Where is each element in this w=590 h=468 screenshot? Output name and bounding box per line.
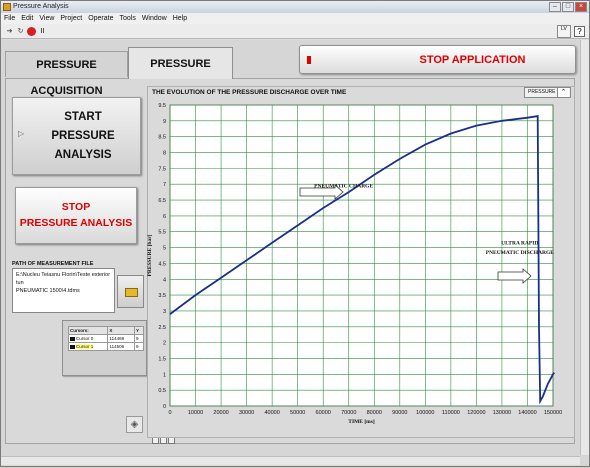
x-tick-label: 30000 <box>239 410 254 416</box>
y-tick-label: 8.5 <box>158 135 166 141</box>
chart-svg: 0 10000 20000 30000 40000 50000 60000 70000 8000… <box>147 103 562 425</box>
y-tick-label: 3.5 <box>158 293 166 299</box>
app-window: Pressure Analysis – □ × File Edit View P… <box>0 0 590 467</box>
x-tick-label: 130000 <box>493 410 511 416</box>
x-tick-label: 40000 <box>264 410 279 416</box>
y-tick-label: 7.5 <box>158 166 166 172</box>
x-tick-label: 120000 <box>467 410 485 416</box>
y-tick-label: 4.5 <box>158 261 166 267</box>
x-tick-label: 20000 <box>213 410 228 416</box>
y-tick-label: 5.5 <box>158 230 166 236</box>
x-tick-label: 80000 <box>367 410 382 416</box>
y-tick-label: 2.5 <box>158 325 166 331</box>
x-tick-label: 60000 <box>316 410 331 416</box>
y-tick-label: 5 <box>163 246 166 252</box>
y-tick-label: 3 <box>163 309 166 315</box>
x-tick-label: 90000 <box>392 410 407 416</box>
y-tick-label: 8 <box>163 151 166 157</box>
y-tick-label: 0 <box>163 404 166 410</box>
y-axis-label: PRESSURE [bar] <box>147 234 153 276</box>
x-tick-label: 100000 <box>416 410 434 416</box>
y-tick-label: 1.5 <box>158 356 166 362</box>
y-tick-label: 2 <box>163 341 166 347</box>
x-tick-label: 0 <box>168 410 171 416</box>
x-tick-label: 140000 <box>518 410 536 416</box>
y-tick-label: 6.5 <box>158 198 166 204</box>
y-tick-label: 4 <box>163 277 166 283</box>
annotation-pneumatic-discharge: PNEUMATIC DISCHARGE <box>486 250 555 256</box>
x-tick-label: 150000 <box>544 410 562 416</box>
y-tick-label: 0.5 <box>158 388 166 394</box>
annotation-ultra-rapid: ULTRA RAPID <box>501 240 538 246</box>
y-tick-label: 9 <box>163 119 166 125</box>
y-tick-label: 6 <box>163 214 166 220</box>
x-tick-label: 110000 <box>442 410 460 416</box>
x-axis-label: TIME [ms] <box>348 419 375 425</box>
x-tick-label: 70000 <box>341 410 356 416</box>
x-tick-label: 10000 <box>188 410 203 416</box>
x-tick-label: 50000 <box>290 410 305 416</box>
y-tick-label: 7 <box>163 182 166 188</box>
y-tick-label: 9.5 <box>158 103 166 109</box>
y-tick-label: 1 <box>163 372 166 378</box>
